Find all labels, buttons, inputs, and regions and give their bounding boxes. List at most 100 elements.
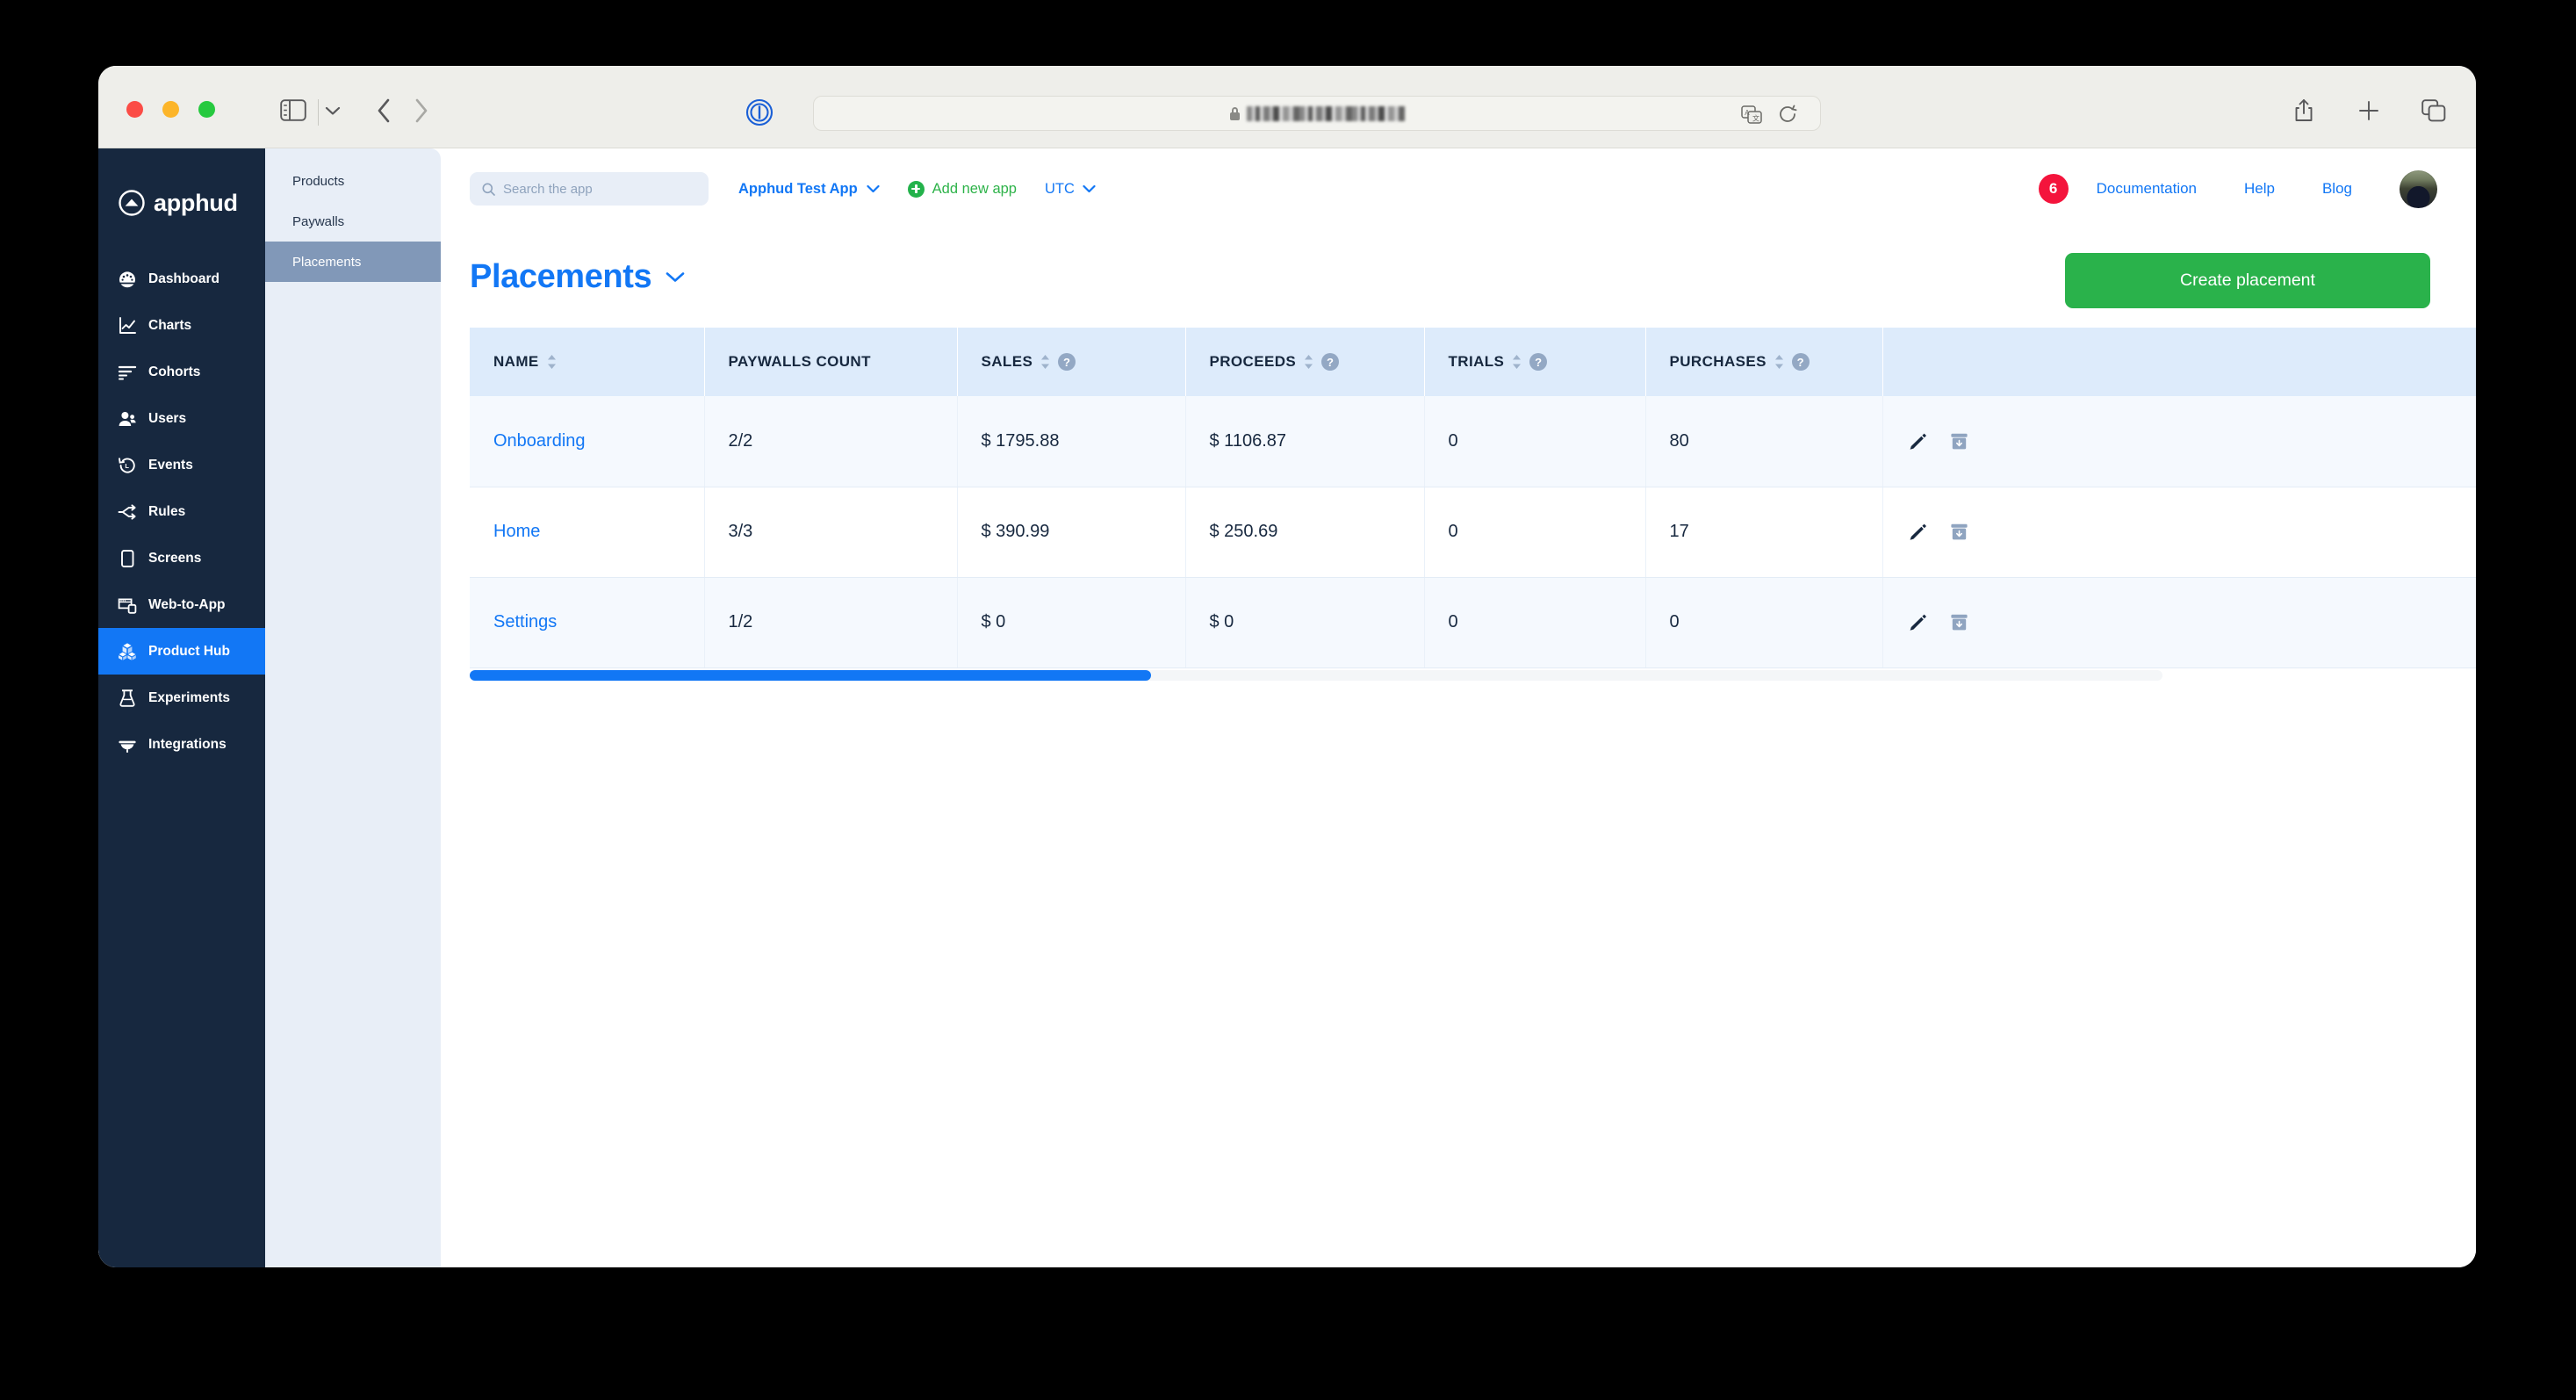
- column-header-proceeds[interactable]: PROCEEDS ?: [1185, 328, 1425, 396]
- sidebar-item-label: Web-to-App: [148, 596, 226, 612]
- sidebar-item-cohorts[interactable]: Cohorts: [98, 349, 265, 395]
- edit-icon[interactable]: [1907, 430, 1929, 452]
- search-box[interactable]: [470, 172, 709, 206]
- column-header-purchases[interactable]: PURCHASES ?: [1645, 328, 1883, 396]
- help-icon[interactable]: ?: [1058, 353, 1076, 371]
- sidebar-item-product-hub[interactable]: Product Hub: [98, 628, 265, 675]
- apphud-logo[interactable]: apphud: [98, 148, 265, 217]
- help-icon[interactable]: ?: [1791, 353, 1810, 371]
- table-horizontal-scrollbar[interactable]: [470, 669, 2162, 681]
- documentation-link[interactable]: Documentation: [2097, 180, 2197, 198]
- sort-icon[interactable]: [1040, 355, 1050, 369]
- edit-icon[interactable]: [1907, 521, 1929, 543]
- archive-icon[interactable]: [1948, 611, 1970, 633]
- reload-icon[interactable]: [1778, 105, 1797, 124]
- tab-overview-icon[interactable]: [2420, 96, 2448, 126]
- table-scrollbar-thumb[interactable]: [470, 669, 1151, 681]
- table-row[interactable]: Home 3/3 $ 390.99 $ 250.69 0 17: [470, 487, 2476, 578]
- column-header-sales[interactable]: SALES ?: [957, 328, 1186, 396]
- sort-icon[interactable]: [1774, 355, 1784, 369]
- share-icon[interactable]: [2290, 96, 2318, 126]
- charts-icon: [118, 316, 137, 336]
- column-header-trials[interactable]: TRIALS ?: [1424, 328, 1646, 396]
- svg-text:L: L: [125, 461, 129, 469]
- sort-icon[interactable]: [547, 355, 557, 369]
- table-body: Onboarding 2/2 $ 1795.88 $ 1106.87 0 80: [470, 396, 2476, 668]
- app-page: apphud Dashboard Charts Cohorts Users L …: [98, 148, 2476, 1267]
- sidebar-item-web-to-app[interactable]: Web-to-App: [98, 581, 265, 628]
- column-header-paywalls-count[interactable]: PAYWALLS COUNT: [704, 328, 958, 396]
- cell-actions: [1882, 487, 2476, 578]
- create-placement-button[interactable]: Create placement: [2065, 253, 2430, 308]
- app-selector-dropdown[interactable]: Apphud Test App: [738, 181, 880, 198]
- sidebar-item-experiments[interactable]: Experiments: [98, 675, 265, 721]
- sidebar-item-label: Integrations: [148, 736, 227, 752]
- sort-icon[interactable]: [1304, 355, 1313, 369]
- add-new-app-button[interactable]: Add new app: [907, 180, 1017, 198]
- archive-icon[interactable]: [1948, 521, 1970, 543]
- sort-icon[interactable]: [1512, 355, 1522, 369]
- cell-purchases: 17: [1645, 487, 1883, 578]
- sidebar-item-rules[interactable]: Rules: [98, 488, 265, 535]
- cohorts-icon: [118, 363, 137, 382]
- close-window-button[interactable]: [126, 101, 143, 118]
- zoom-window-button[interactable]: [198, 101, 215, 118]
- blog-link[interactable]: Blog: [2322, 180, 2352, 198]
- cell-sales: $ 390.99: [957, 487, 1186, 578]
- back-arrow-icon[interactable]: [371, 96, 397, 126]
- table-row[interactable]: Onboarding 2/2 $ 1795.88 $ 1106.87 0 80: [470, 396, 2476, 487]
- lock-icon: [1229, 106, 1240, 120]
- subnav-item-paywalls[interactable]: Paywalls: [265, 201, 441, 242]
- svg-text:文: 文: [1752, 114, 1759, 123]
- timezone-dropdown[interactable]: UTC: [1045, 181, 1096, 198]
- main-content: Apphud Test App Add new app UTC: [441, 148, 2476, 1267]
- placements-table-wrapper: NAME PAYWALLS COUNT SALES ? PROCEEDS ? T…: [470, 328, 2476, 681]
- placement-name-link[interactable]: Home: [493, 522, 540, 541]
- table-row[interactable]: Settings 1/2 $ 0 $ 0 0 0: [470, 577, 2476, 668]
- minimize-window-button[interactable]: [162, 101, 179, 118]
- column-label: PAYWALLS COUNT: [728, 353, 871, 370]
- help-link[interactable]: Help: [2244, 180, 2275, 198]
- placement-name-link[interactable]: Onboarding: [493, 431, 586, 451]
- subnav-item-placements[interactable]: Placements: [265, 242, 441, 282]
- web-to-app-icon: [118, 595, 137, 615]
- events-icon: L: [118, 456, 137, 475]
- sidebar-item-charts[interactable]: Charts: [98, 302, 265, 349]
- column-header-name[interactable]: NAME: [470, 328, 705, 396]
- table-header-row: NAME PAYWALLS COUNT SALES ? PROCEEDS ? T…: [470, 328, 2476, 396]
- chrome-divider: [318, 99, 319, 126]
- address-bar[interactable]: A 文: [813, 96, 1821, 131]
- avatar[interactable]: [2400, 170, 2437, 208]
- sidebar-item-dashboard[interactable]: Dashboard: [98, 256, 265, 302]
- page-title[interactable]: Placements: [470, 258, 652, 296]
- sidebar-item-screens[interactable]: Screens: [98, 535, 265, 581]
- chevron-down-icon: [1083, 181, 1096, 198]
- new-tab-plus-icon[interactable]: [2355, 96, 2383, 126]
- notification-badge[interactable]: 6: [2038, 174, 2069, 204]
- plus-circle-icon: [907, 180, 925, 198]
- cell-trials: 0: [1424, 577, 1646, 668]
- page-title-chevron-down-icon[interactable]: [666, 267, 685, 286]
- help-icon[interactable]: ?: [1529, 353, 1548, 371]
- placement-name-link[interactable]: Settings: [493, 612, 557, 631]
- svg-text:A: A: [1745, 109, 1750, 117]
- edit-icon[interactable]: [1907, 611, 1929, 633]
- sidebar-item-integrations[interactable]: Integrations: [98, 721, 265, 768]
- subnav-item-products[interactable]: Products: [265, 161, 441, 201]
- secondary-sidebar: Products Paywalls Placements: [265, 148, 441, 1267]
- sidebar-item-events[interactable]: L Events: [98, 442, 265, 488]
- forward-arrow-icon[interactable]: [407, 96, 434, 126]
- help-icon[interactable]: ?: [1321, 353, 1340, 371]
- privacy-shield-icon[interactable]: [745, 97, 774, 127]
- sidebar-toggle-icon[interactable]: [276, 95, 311, 125]
- column-label: NAME: [493, 353, 539, 370]
- translate-icon[interactable]: A 文: [1741, 105, 1762, 125]
- archive-icon[interactable]: [1948, 430, 1970, 452]
- search-input[interactable]: [503, 181, 696, 197]
- subnav-item-label: Paywalls: [292, 213, 345, 229]
- address-bar-content: [1229, 105, 1405, 121]
- sidebar-item-users[interactable]: Users: [98, 395, 265, 442]
- app-topbar: Apphud Test App Add new app UTC: [441, 148, 2476, 229]
- chevron-down-icon[interactable]: [323, 101, 342, 120]
- chevron-down-icon: [867, 181, 880, 198]
